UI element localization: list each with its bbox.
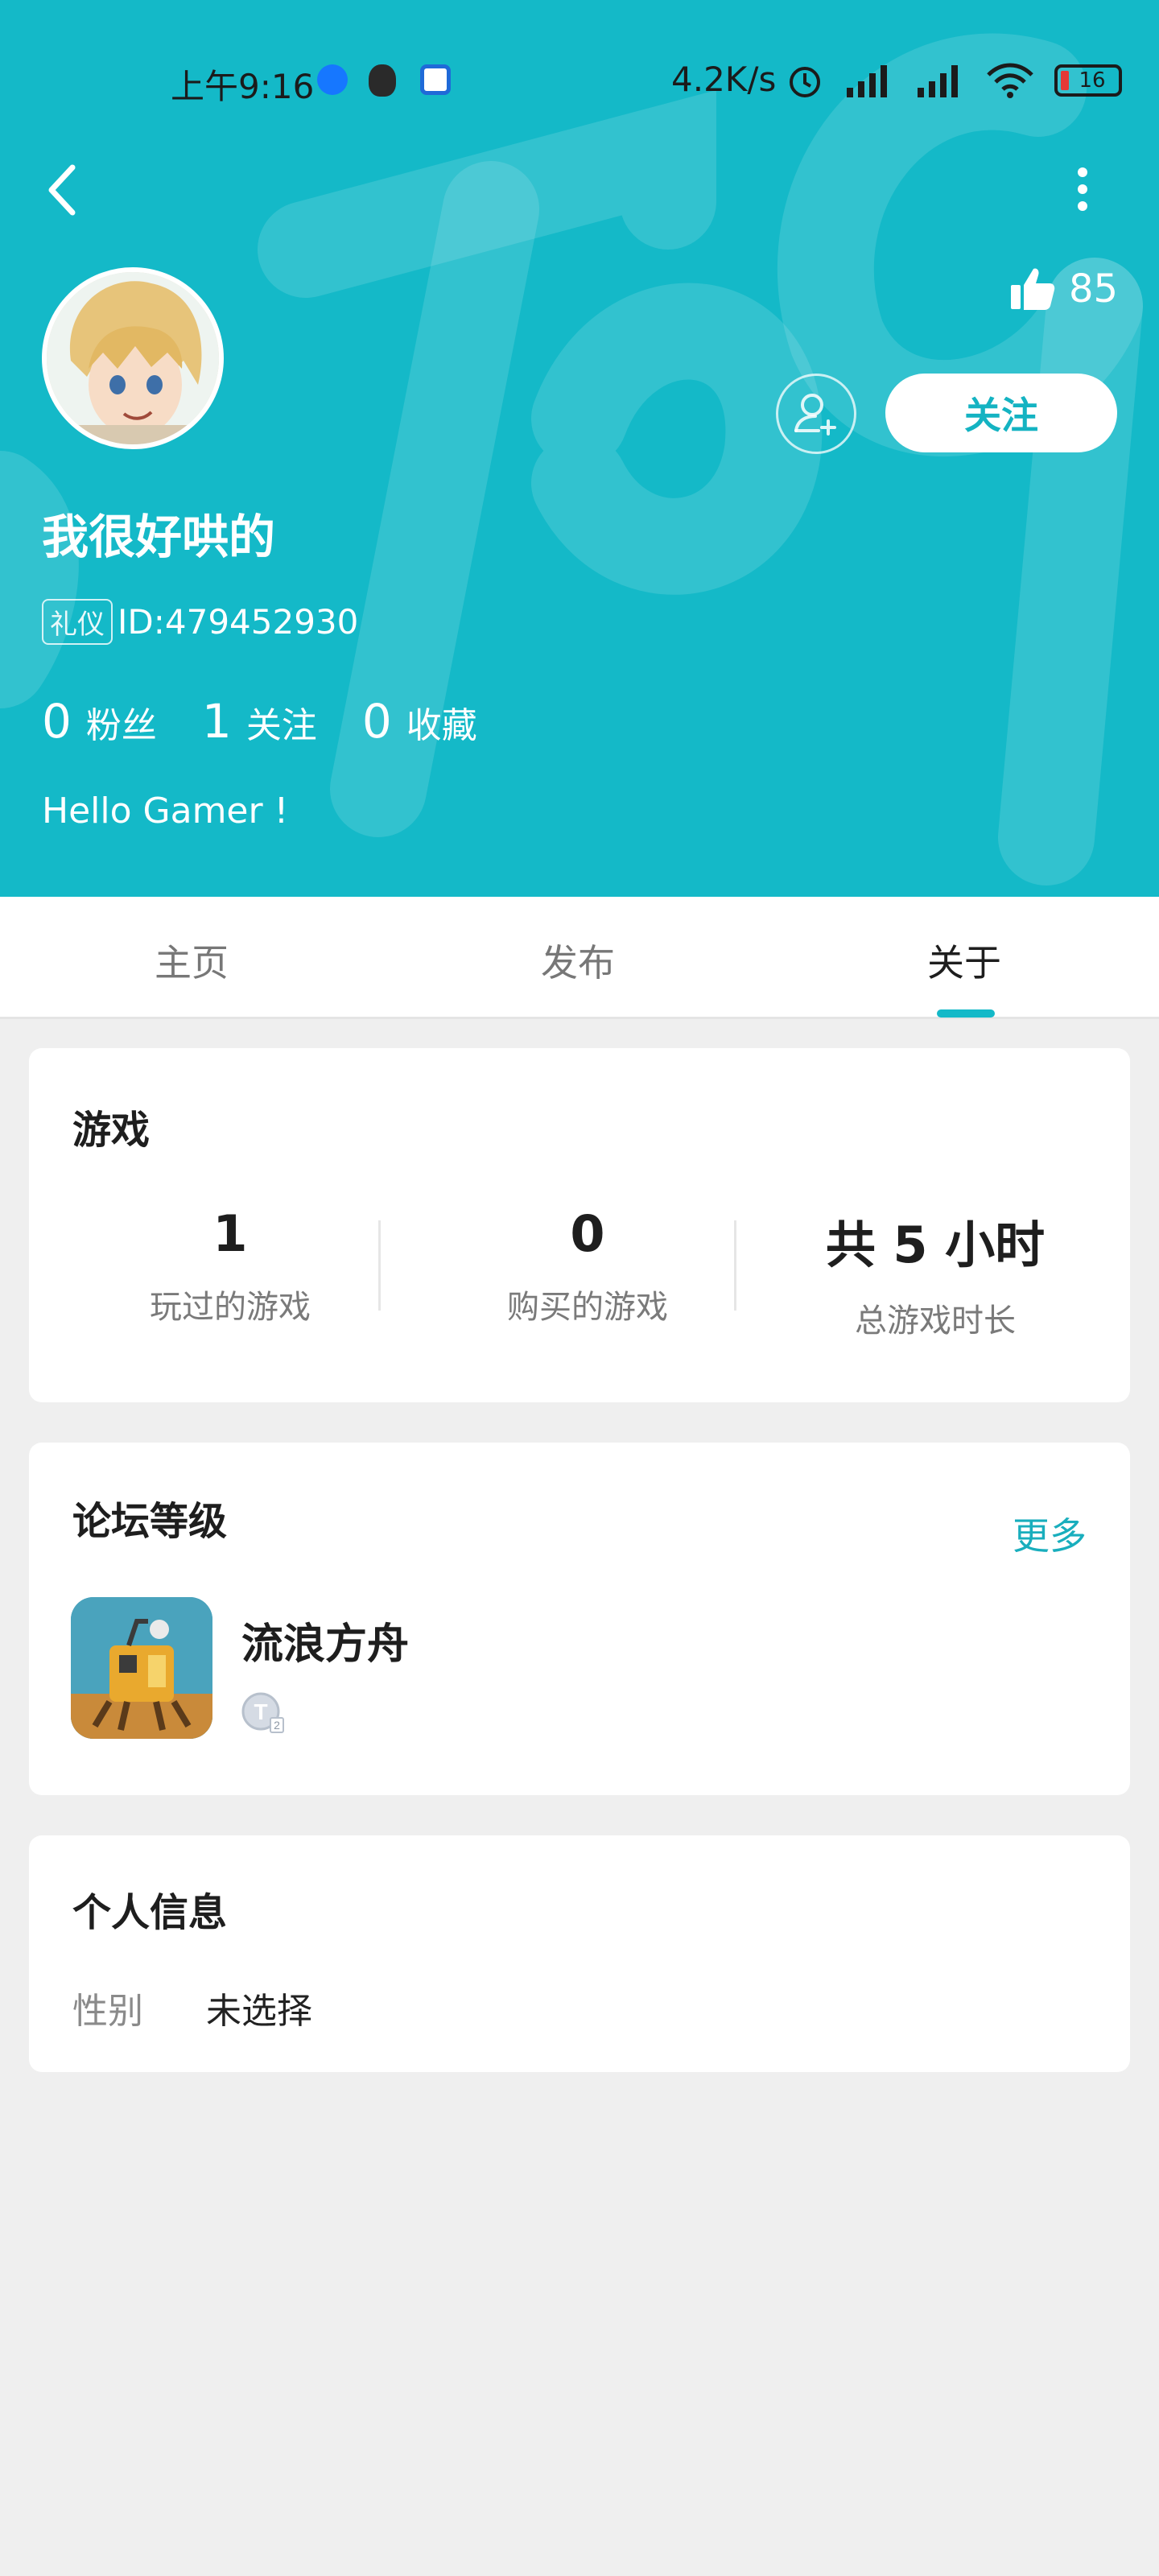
add-user-icon: [794, 394, 836, 436]
svg-text:T: T: [254, 1699, 267, 1724]
tab-about[interactable]: 关于: [927, 934, 1001, 987]
avatar[interactable]: [42, 267, 224, 449]
wifi-icon: [987, 63, 1033, 98]
network-speed: 4.2K/s: [671, 60, 777, 99]
favorites-count[interactable]: 0: [362, 694, 392, 749]
following-label[interactable]: 关注: [246, 696, 317, 748]
forum-game-icon[interactable]: [71, 1597, 212, 1739]
username: 我很好哄的: [42, 510, 276, 564]
total-playtime-stat[interactable]: 共 5 小时 总游戏时长: [774, 1204, 1096, 1341]
level-badge-icon: T 2: [241, 1692, 284, 1733]
like-counter[interactable]: 85: [1009, 266, 1118, 312]
battery-icon: 16: [1054, 64, 1122, 97]
qq-icon: [369, 64, 396, 97]
follow-button[interactable]: 关注: [885, 374, 1117, 452]
favorites-label[interactable]: 收藏: [406, 696, 477, 748]
add-friend-button[interactable]: [776, 374, 856, 454]
alipay-icon: [317, 64, 348, 95]
forum-game-name[interactable]: 流浪方舟: [241, 1610, 409, 1670]
status-time: 上午9:16: [171, 67, 315, 106]
forum-card-title: 论坛等级: [72, 1499, 228, 1544]
etiquette-badge[interactable]: 礼仪: [42, 599, 113, 645]
divider: [378, 1220, 381, 1311]
purchased-games-stat[interactable]: 0 购买的游戏: [427, 1204, 749, 1327]
svg-text:2: 2: [274, 1719, 280, 1732]
divider: [734, 1220, 736, 1311]
total-playtime-value: 共 5 小时: [825, 1216, 1046, 1274]
games-card: 游戏 1 玩过的游戏 0 购买的游戏 共 5 小时 总游戏时长: [29, 1048, 1130, 1402]
more-link[interactable]: 更多: [1013, 1507, 1087, 1560]
following-count[interactable]: 1: [202, 694, 232, 749]
more-options-icon[interactable]: [1070, 161, 1095, 217]
purchased-games-count: 0: [570, 1204, 605, 1263]
played-games-count: 1: [212, 1204, 248, 1263]
signal-icon: [847, 65, 887, 97]
browser-icon: [420, 64, 451, 95]
played-games-stat[interactable]: 1 玩过的游戏: [69, 1204, 391, 1327]
avatar-image: [47, 272, 219, 444]
alarm-icon: [790, 67, 820, 97]
tab-posts[interactable]: 发布: [541, 934, 615, 987]
user-id-row: 礼仪 ID:479452930: [42, 599, 358, 645]
purchased-games-label: 购买的游戏: [507, 1289, 668, 1326]
like-count: 85: [1069, 266, 1119, 312]
back-arrow-icon[interactable]: [39, 158, 87, 222]
status-indicators: 16: [786, 61, 1122, 100]
active-tab-indicator: [937, 1009, 995, 1018]
played-games-label: 玩过的游戏: [150, 1289, 311, 1326]
profile-tabs: 主页 发布 关于: [0, 897, 1159, 1019]
personal-info-title: 个人信息: [72, 1890, 228, 1935]
forum-level-card: 论坛等级 更多 流浪方舟 T 2: [29, 1443, 1130, 1795]
followers-label[interactable]: 粉丝: [86, 696, 157, 748]
game-artwork-icon: [71, 1597, 212, 1739]
user-bio: Hello Gamer !: [42, 791, 289, 832]
games-card-title: 游戏: [72, 1108, 151, 1153]
gender-value: 未选择: [206, 1991, 312, 2032]
profile-header: 上午9:16 4.2K/s 16 85 关注 我很好哄的 礼仪 ID:47945…: [0, 0, 1159, 897]
battery-level: 16: [1079, 68, 1106, 93]
followers-count[interactable]: 0: [42, 694, 72, 749]
total-playtime-label: 总游戏时长: [855, 1302, 1016, 1340]
user-id: ID:479452930: [118, 602, 359, 642]
personal-info-card: 个人信息 性别 未选择: [29, 1835, 1130, 2072]
signal-icon: [918, 65, 958, 97]
gender-label: 性别: [72, 1991, 143, 2032]
tab-home[interactable]: 主页: [155, 934, 229, 987]
social-stats: 0 粉丝 1 关注 0 收藏: [42, 694, 522, 749]
status-bar: 上午9:16 4.2K/s 16: [0, 48, 1159, 113]
thumbs-up-icon: [1011, 268, 1055, 310]
